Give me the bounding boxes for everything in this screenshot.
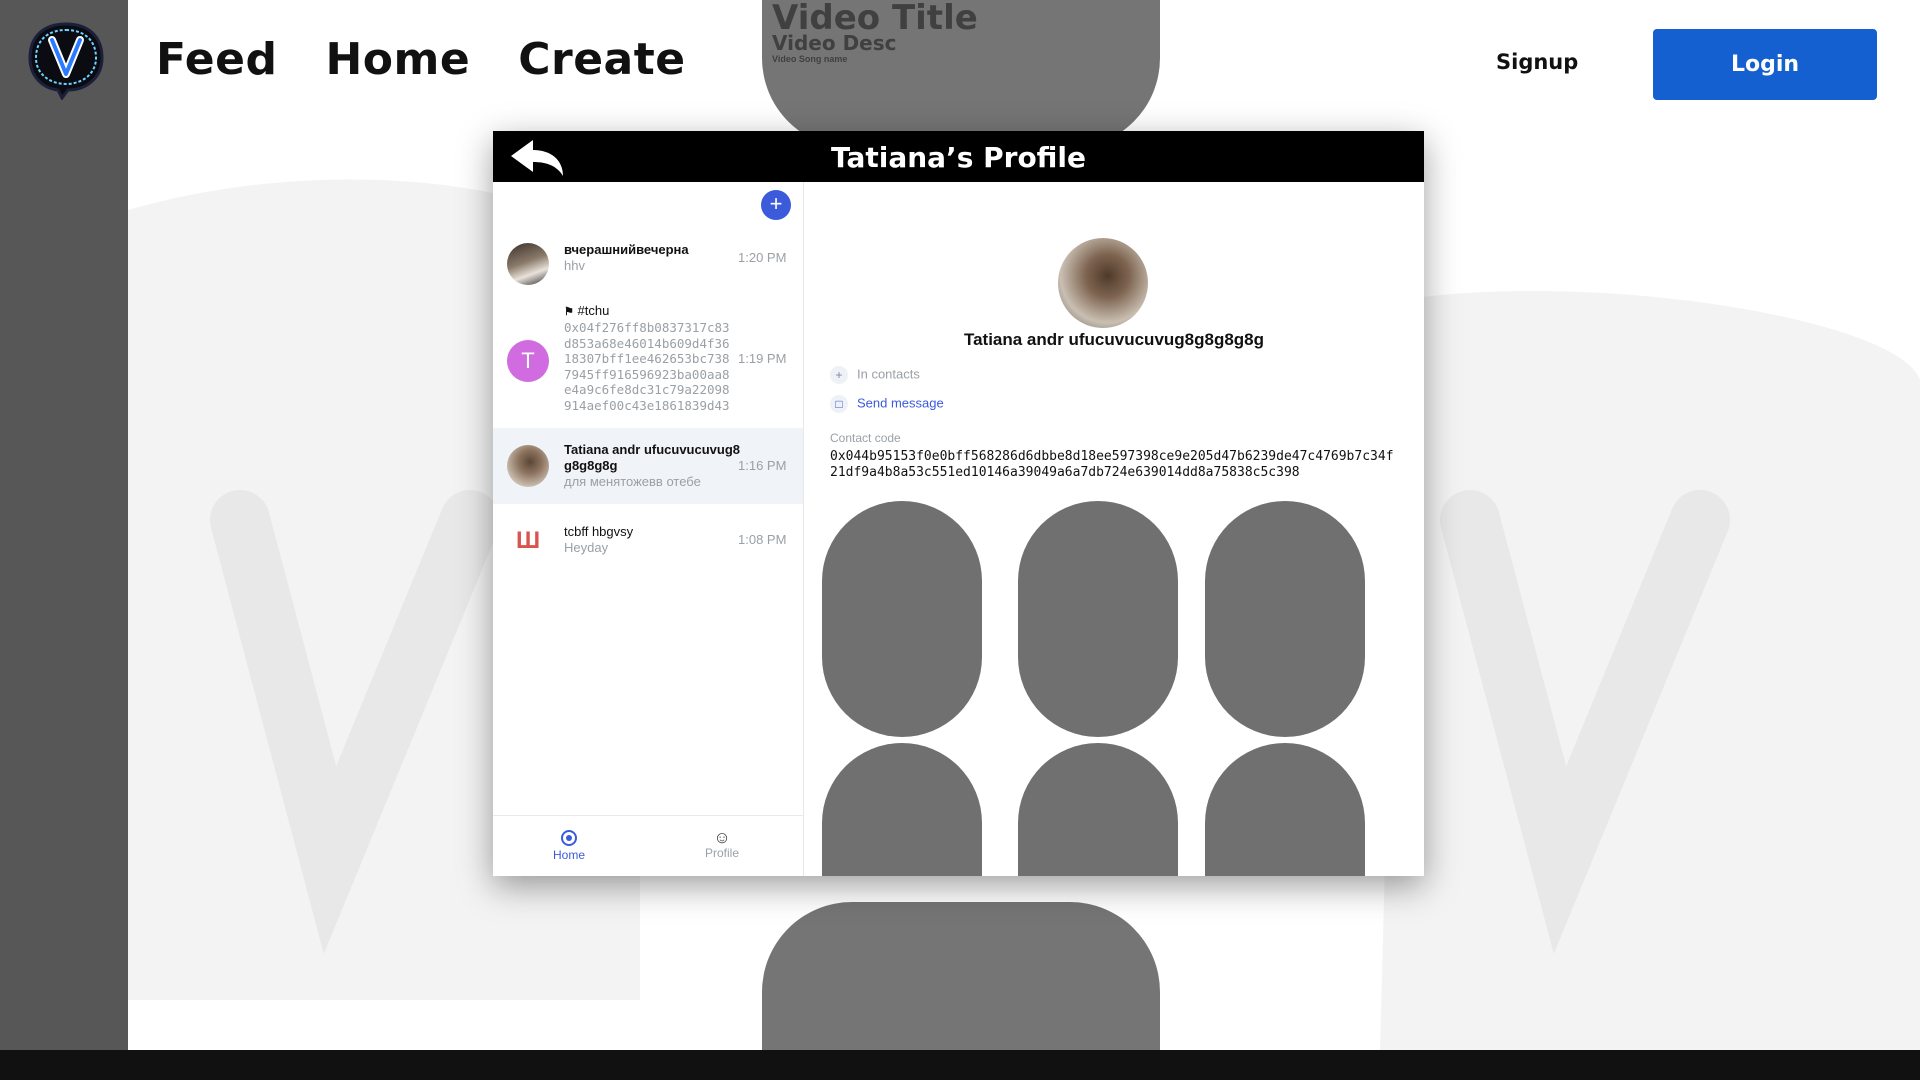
profile-name: Tatiana andr ufucuvucuvug8g8g8g8g (963, 330, 1265, 349)
contact-code: 0x044b95153f0e0bff568286d6dbbe8d18ee5973… (830, 449, 1394, 480)
chat-name: вчерашнийвечерна (564, 242, 689, 257)
video-thumbnail[interactable] (822, 743, 982, 876)
chat-time: 1:20 PM (738, 250, 787, 265)
tab-home-label: Home (552, 848, 585, 862)
left-sidebar (0, 0, 128, 1050)
modal-header: Tatiana’s Profile (493, 131, 1424, 182)
chat-time: 1:16 PM (738, 458, 787, 473)
chat-item[interactable]: T ⚑ #tchu 0x04f276ff8b0837317c83d853a68e… (493, 296, 803, 428)
avatar (507, 445, 549, 487)
bottom-bar (0, 1050, 1920, 1080)
profile-avatar (1058, 238, 1148, 328)
chat-time: 1:19 PM (738, 351, 787, 366)
nav-home[interactable]: Home (325, 34, 470, 85)
contact-code-label: Contact code (830, 431, 901, 445)
avatar (507, 243, 549, 285)
chat-item[interactable]: Ш tcbff hbgvsy Heyday 1:08 PM (493, 504, 803, 576)
chat-message: Heyday (564, 540, 609, 555)
home-icon (561, 830, 577, 846)
video-thumbnail[interactable] (1205, 501, 1365, 737)
app-logo-icon[interactable] (26, 20, 106, 100)
nav-feed[interactable]: Feed (156, 34, 277, 85)
in-contacts-row[interactable]: + In contacts (830, 366, 920, 384)
chat-message: для менятожевв отебе (564, 474, 701, 489)
video-thumbnail[interactable] (1018, 743, 1178, 876)
video-card-next[interactable] (762, 902, 1160, 1050)
smiley-icon: ☺ (713, 828, 731, 847)
login-button[interactable]: Login (1653, 29, 1877, 100)
chat-list-panel: + вчерашнийвечерна hhv 1:20 PM T ⚑ #tchu… (493, 182, 804, 876)
modal-title: Tatiana’s Profile (830, 141, 1087, 174)
add-chat-button[interactable]: + (761, 190, 791, 220)
main-nav: Feed Home Create (156, 34, 686, 85)
nav-create[interactable]: Create (518, 34, 685, 85)
avatar: T (507, 340, 549, 382)
tab-profile[interactable]: ☺ Profile (682, 828, 762, 860)
megaphone-icon: ⚑ (564, 306, 574, 318)
chat-item[interactable]: Tatiana andr ufucuvucuvug8g8g8g8g для ме… (493, 428, 803, 504)
video-thumbnail[interactable] (822, 501, 982, 737)
signup-link[interactable]: Signup (1496, 50, 1578, 74)
video-card[interactable]: Video Title Video Desc Video Song name (762, 0, 1160, 148)
chat-name: Tatiana andr ufucuvucuvug8g8g8g8g (564, 442, 741, 473)
send-message-row[interactable]: □ Send message (830, 395, 944, 413)
chat-name: tcbff hbgvsy (564, 524, 634, 539)
chat-name: ⚑ #tchu (564, 303, 610, 318)
chat-message: hhv (564, 258, 585, 273)
bottom-tab-bar: Home ☺ Profile (493, 815, 803, 877)
plus-icon: + (830, 366, 848, 384)
chat-item[interactable]: вчерашнийвечерна hhv 1:20 PM (493, 232, 803, 296)
video-desc: Video Desc (772, 31, 897, 55)
chat-time: 1:08 PM (738, 532, 787, 547)
profile-modal: Tatiana’s Profile + вчерашнийвечерна hhv… (493, 131, 1424, 876)
video-thumbnail[interactable] (1018, 501, 1178, 737)
video-song-name: Video Song name (772, 54, 848, 64)
video-thumbnail[interactable] (1205, 743, 1365, 876)
profile-panel: Tatiana andr ufucuvucuvug8g8g8g8g + In co… (804, 182, 1424, 876)
chat-bubble-icon: □ (830, 395, 848, 413)
chat-message: 0x04f276ff8b0837317c83d853a68e46014b609d… (564, 320, 730, 413)
tab-home[interactable]: Home (529, 830, 609, 862)
tab-profile-label: Profile (704, 846, 739, 860)
avatar: Ш (507, 520, 549, 562)
